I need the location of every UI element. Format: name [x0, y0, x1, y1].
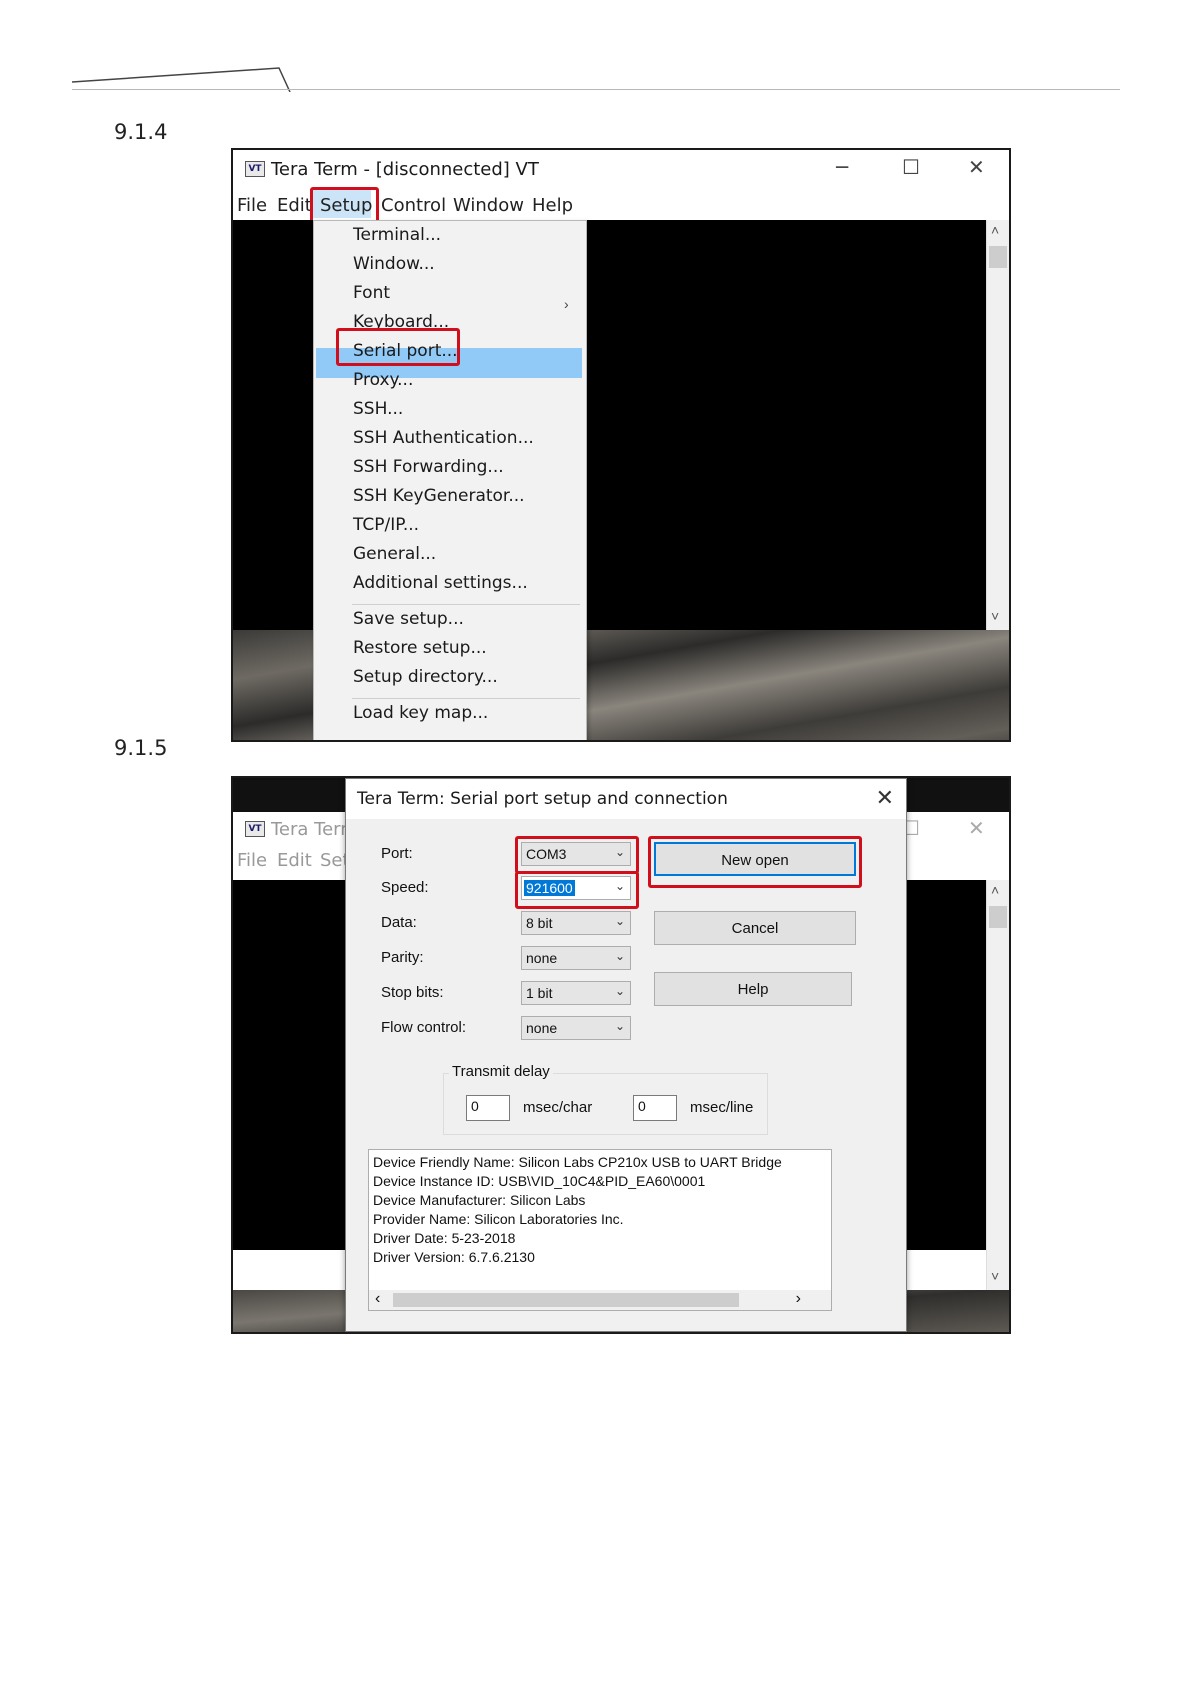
speed-callout-box [515, 871, 639, 909]
vertical-scrollbar[interactable]: ˄ ˅ [986, 220, 1009, 630]
menu-control[interactable]: Control [381, 195, 446, 216]
scroll-thumb[interactable] [393, 1293, 739, 1307]
serial-port-dialog-screenshot: VT Tera Term File Edit Set ☐ ✕ ˄ ˅ Tera … [231, 776, 1011, 1334]
speed-label: Speed: [381, 879, 429, 896]
menu-item-load-key-map[interactable]: Load key map... [353, 703, 488, 723]
tera-term-app-icon: VT [245, 821, 265, 837]
serial-port-callout-box [336, 328, 460, 366]
data-value: 8 bit [526, 915, 553, 931]
header-rule [72, 89, 1120, 90]
msec-per-char-label: msec/char [523, 1099, 593, 1116]
dialog-close-icon[interactable]: ✕ [876, 785, 894, 811]
menu-separator [352, 698, 580, 699]
menu-item-font[interactable]: Font [353, 283, 390, 303]
menu-item-ssh-keygenerator[interactable]: SSH KeyGenerator... [353, 486, 525, 506]
provider-name: Provider Name: Silicon Laboratories Inc. [373, 1211, 624, 1227]
menu-file[interactable]: File [237, 195, 267, 216]
device-instance-id: Device Instance ID: USB\VID_10C4&PID_EA6… [373, 1173, 706, 1189]
bg-menu-file: File [237, 850, 268, 871]
horizontal-scrollbar[interactable]: ‹ › [369, 1290, 831, 1310]
new-open-callout-box [648, 836, 862, 888]
msec-per-line-input[interactable]: 0 [633, 1095, 677, 1121]
chevron-down-icon: ⌄ [614, 914, 625, 928]
tera-term-app-icon: VT [245, 161, 265, 177]
section-number-9-1-4: 9.1.4 [114, 120, 168, 144]
close-icon: ✕ [968, 816, 985, 840]
menu-item-restore-setup[interactable]: Restore setup... [353, 638, 487, 658]
title-bar: VT Tera Term - [disconnected] VT ─ ☐ ✕ [233, 150, 1009, 190]
menu-window[interactable]: Window [453, 195, 524, 216]
parity-label: Parity: [381, 949, 424, 966]
flow-control-select[interactable]: none ⌄ [521, 1016, 631, 1040]
menu-separator [352, 604, 580, 605]
menu-item-ssh-authentication[interactable]: SSH Authentication... [353, 428, 534, 448]
serial-port-setup-dialog: Tera Term: Serial port setup and connect… [345, 778, 907, 1332]
parity-select[interactable]: none ⌄ [521, 946, 631, 970]
menu-help[interactable]: Help [532, 195, 573, 216]
menu-item-proxy[interactable]: Proxy... [353, 370, 413, 390]
stop-bits-value: 1 bit [526, 985, 553, 1001]
scroll-thumb[interactable] [989, 246, 1007, 268]
header-tab-decoration [72, 67, 291, 92]
menu-item-general[interactable]: General... [353, 544, 436, 564]
chevron-down-icon: ⌄ [614, 1019, 625, 1033]
stop-bits-label: Stop bits: [381, 984, 444, 1001]
setup-dropdown-menu: Terminal... Window... Font › Keyboard...… [313, 220, 587, 740]
menu-item-terminal[interactable]: Terminal... [353, 225, 441, 245]
tera-term-window-screenshot: VT Tera Term - [disconnected] VT ─ ☐ ✕ F… [231, 148, 1011, 742]
chevron-down-icon: ⌄ [614, 984, 625, 998]
window-title: Tera Term - [disconnected] VT [271, 159, 539, 180]
menu-item-window[interactable]: Window... [353, 254, 435, 274]
minimize-icon[interactable]: ─ [836, 155, 848, 179]
scroll-thumb [989, 906, 1007, 928]
port-callout-box [515, 836, 639, 874]
close-icon[interactable]: ✕ [968, 155, 985, 179]
flow-control-value: none [526, 1020, 558, 1036]
menu-edit[interactable]: Edit [277, 195, 312, 216]
device-friendly-name: Device Friendly Name: Silicon Labs CP210… [373, 1154, 782, 1170]
transmit-delay-title: Transmit delay [449, 1063, 553, 1080]
data-label: Data: [381, 914, 417, 931]
menu-item-setup-directory[interactable]: Setup directory... [353, 667, 498, 687]
dialog-title-bar: Tera Term: Serial port setup and connect… [346, 779, 906, 819]
scroll-right-icon[interactable]: › [796, 1290, 801, 1308]
scroll-left-icon[interactable]: ‹ [375, 1290, 380, 1308]
parity-value: none [526, 950, 558, 966]
device-info-box[interactable]: Device Friendly Name: Silicon Labs CP210… [368, 1149, 832, 1311]
chevron-down-icon: ⌄ [614, 949, 625, 963]
device-manufacturer: Device Manufacturer: Silicon Labs [373, 1192, 586, 1208]
scroll-up-icon: ˄ [991, 882, 1000, 898]
driver-version: Driver Version: 6.7.6.2130 [373, 1249, 535, 1265]
help-button[interactable]: Help [654, 972, 852, 1006]
menu-item-ssh[interactable]: SSH... [353, 399, 403, 419]
menu-item-save-setup[interactable]: Save setup... [353, 609, 464, 629]
cancel-button[interactable]: Cancel [654, 911, 856, 945]
scroll-up-icon[interactable]: ˄ [991, 222, 999, 238]
menu-item-additional-settings[interactable]: Additional settings... [353, 573, 528, 593]
port-label: Port: [381, 845, 413, 862]
scroll-down-icon[interactable]: ˅ [991, 608, 999, 624]
data-select[interactable]: 8 bit ⌄ [521, 911, 631, 935]
dialog-title: Tera Term: Serial port setup and connect… [357, 789, 728, 809]
maximize-icon[interactable]: ☐ [902, 155, 920, 179]
msec-per-char-input[interactable]: 0 [466, 1095, 510, 1121]
scroll-down-icon: ˅ [991, 1268, 1000, 1284]
section-number-9-1-5: 9.1.5 [114, 736, 168, 760]
submenu-arrow-icon: › [564, 296, 569, 312]
driver-date: Driver Date: 5-23-2018 [373, 1230, 516, 1246]
menu-item-ssh-forwarding[interactable]: SSH Forwarding... [353, 457, 504, 477]
vertical-scrollbar: ˄ ˅ [986, 880, 1009, 1290]
menu-item-tcpip[interactable]: TCP/IP... [353, 515, 419, 535]
flow-control-label: Flow control: [381, 1019, 467, 1036]
stop-bits-select[interactable]: 1 bit ⌄ [521, 981, 631, 1005]
bg-menu-edit: Edit [277, 850, 312, 871]
msec-per-line-label: msec/line [690, 1099, 754, 1116]
